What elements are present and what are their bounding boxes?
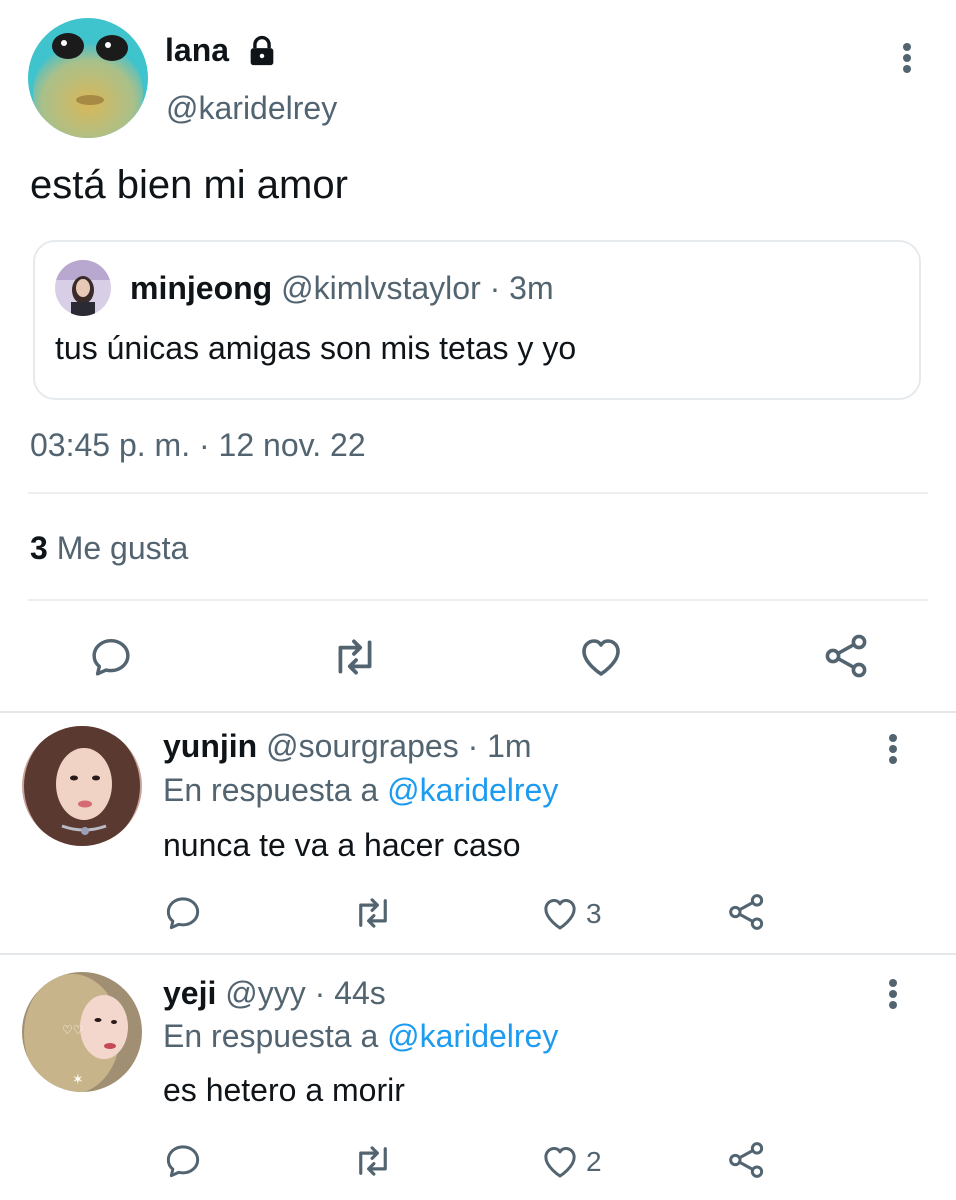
svg-text:♡♡: ♡♡ — [62, 1023, 84, 1037]
heart-icon[interactable] — [540, 1142, 580, 1180]
reply-display-name[interactable]: yeji — [163, 975, 216, 1011]
reply-handle[interactable]: @yyy — [225, 975, 305, 1011]
heart-icon[interactable] — [540, 894, 580, 932]
retweet-icon[interactable] — [352, 1143, 394, 1179]
divider — [0, 711, 956, 713]
more-vertical-icon[interactable] — [882, 733, 904, 765]
tweet-text: está bien mi amor — [30, 163, 348, 207]
replying-mention[interactable]: @karidelrey — [387, 1018, 558, 1054]
replying-mention[interactable]: @karidelrey — [387, 772, 558, 808]
likes-summary[interactable]: 3 Me gusta — [30, 530, 188, 567]
more-vertical-icon[interactable] — [882, 978, 904, 1010]
reply-icon[interactable] — [88, 634, 134, 680]
replying-prefix: En respuesta a — [163, 1018, 379, 1054]
tweet-timestamp[interactable]: 03:45 p. m. · 12 nov. 22 — [30, 427, 366, 464]
divider — [28, 492, 928, 494]
avatar[interactable] — [22, 726, 142, 846]
divider — [28, 599, 928, 601]
share-icon[interactable] — [727, 892, 767, 932]
svg-text:✶: ✶ — [72, 1072, 84, 1088]
reply-time: · 44s — [314, 975, 386, 1011]
reply-display-name[interactable]: yunjin — [163, 728, 257, 764]
lock-icon — [245, 34, 279, 68]
divider — [0, 953, 956, 955]
replying-to: En respuesta a @karidelrey — [163, 772, 558, 809]
replying-prefix: En respuesta a — [163, 772, 379, 808]
reply-header: yunjin @sourgrapes · 1m — [163, 728, 532, 765]
reply-time: · 1m — [467, 728, 532, 764]
quoted-avatar[interactable] — [55, 260, 111, 316]
likes-label: Me gusta — [56, 530, 189, 566]
share-icon[interactable] — [727, 1140, 767, 1180]
display-name[interactable]: lana — [165, 32, 229, 69]
like-count: 2 — [586, 1146, 602, 1177]
reply-handle[interactable]: @sourgrapes — [266, 728, 459, 764]
quoted-display-name[interactable]: minjeong — [130, 270, 272, 306]
quoted-tweet[interactable]: minjeong @kimlvstaylor · 3m tus únicas a… — [33, 240, 921, 400]
quoted-handle[interactable]: @kimlvstaylor — [281, 270, 481, 306]
handle[interactable]: @karidelrey — [166, 90, 337, 127]
reply-text: es hetero a morir — [163, 1072, 405, 1108]
replying-to: En respuesta a @karidelrey — [163, 1018, 558, 1055]
quoted-time: · 3m — [489, 270, 554, 306]
heart-icon[interactable] — [577, 634, 625, 678]
avatar[interactable]: ♡♡ ✶ — [22, 972, 142, 1092]
avatar[interactable] — [28, 18, 148, 138]
retweet-icon[interactable] — [330, 636, 380, 678]
share-icon[interactable] — [823, 632, 871, 680]
likes-count: 3 — [30, 530, 48, 566]
reply-text: nunca te va a hacer caso — [163, 827, 521, 863]
quoted-header: minjeong @kimlvstaylor · 3m — [130, 270, 554, 307]
more-vertical-icon[interactable] — [896, 42, 918, 74]
reply-header: yeji @yyy · 44s — [163, 975, 386, 1012]
like-count: 3 — [586, 898, 602, 929]
quoted-text: tus únicas amigas son mis tetas y yo — [55, 330, 577, 366]
retweet-icon[interactable] — [352, 895, 394, 931]
reply-icon[interactable] — [163, 1141, 203, 1181]
reply-icon[interactable] — [163, 893, 203, 933]
